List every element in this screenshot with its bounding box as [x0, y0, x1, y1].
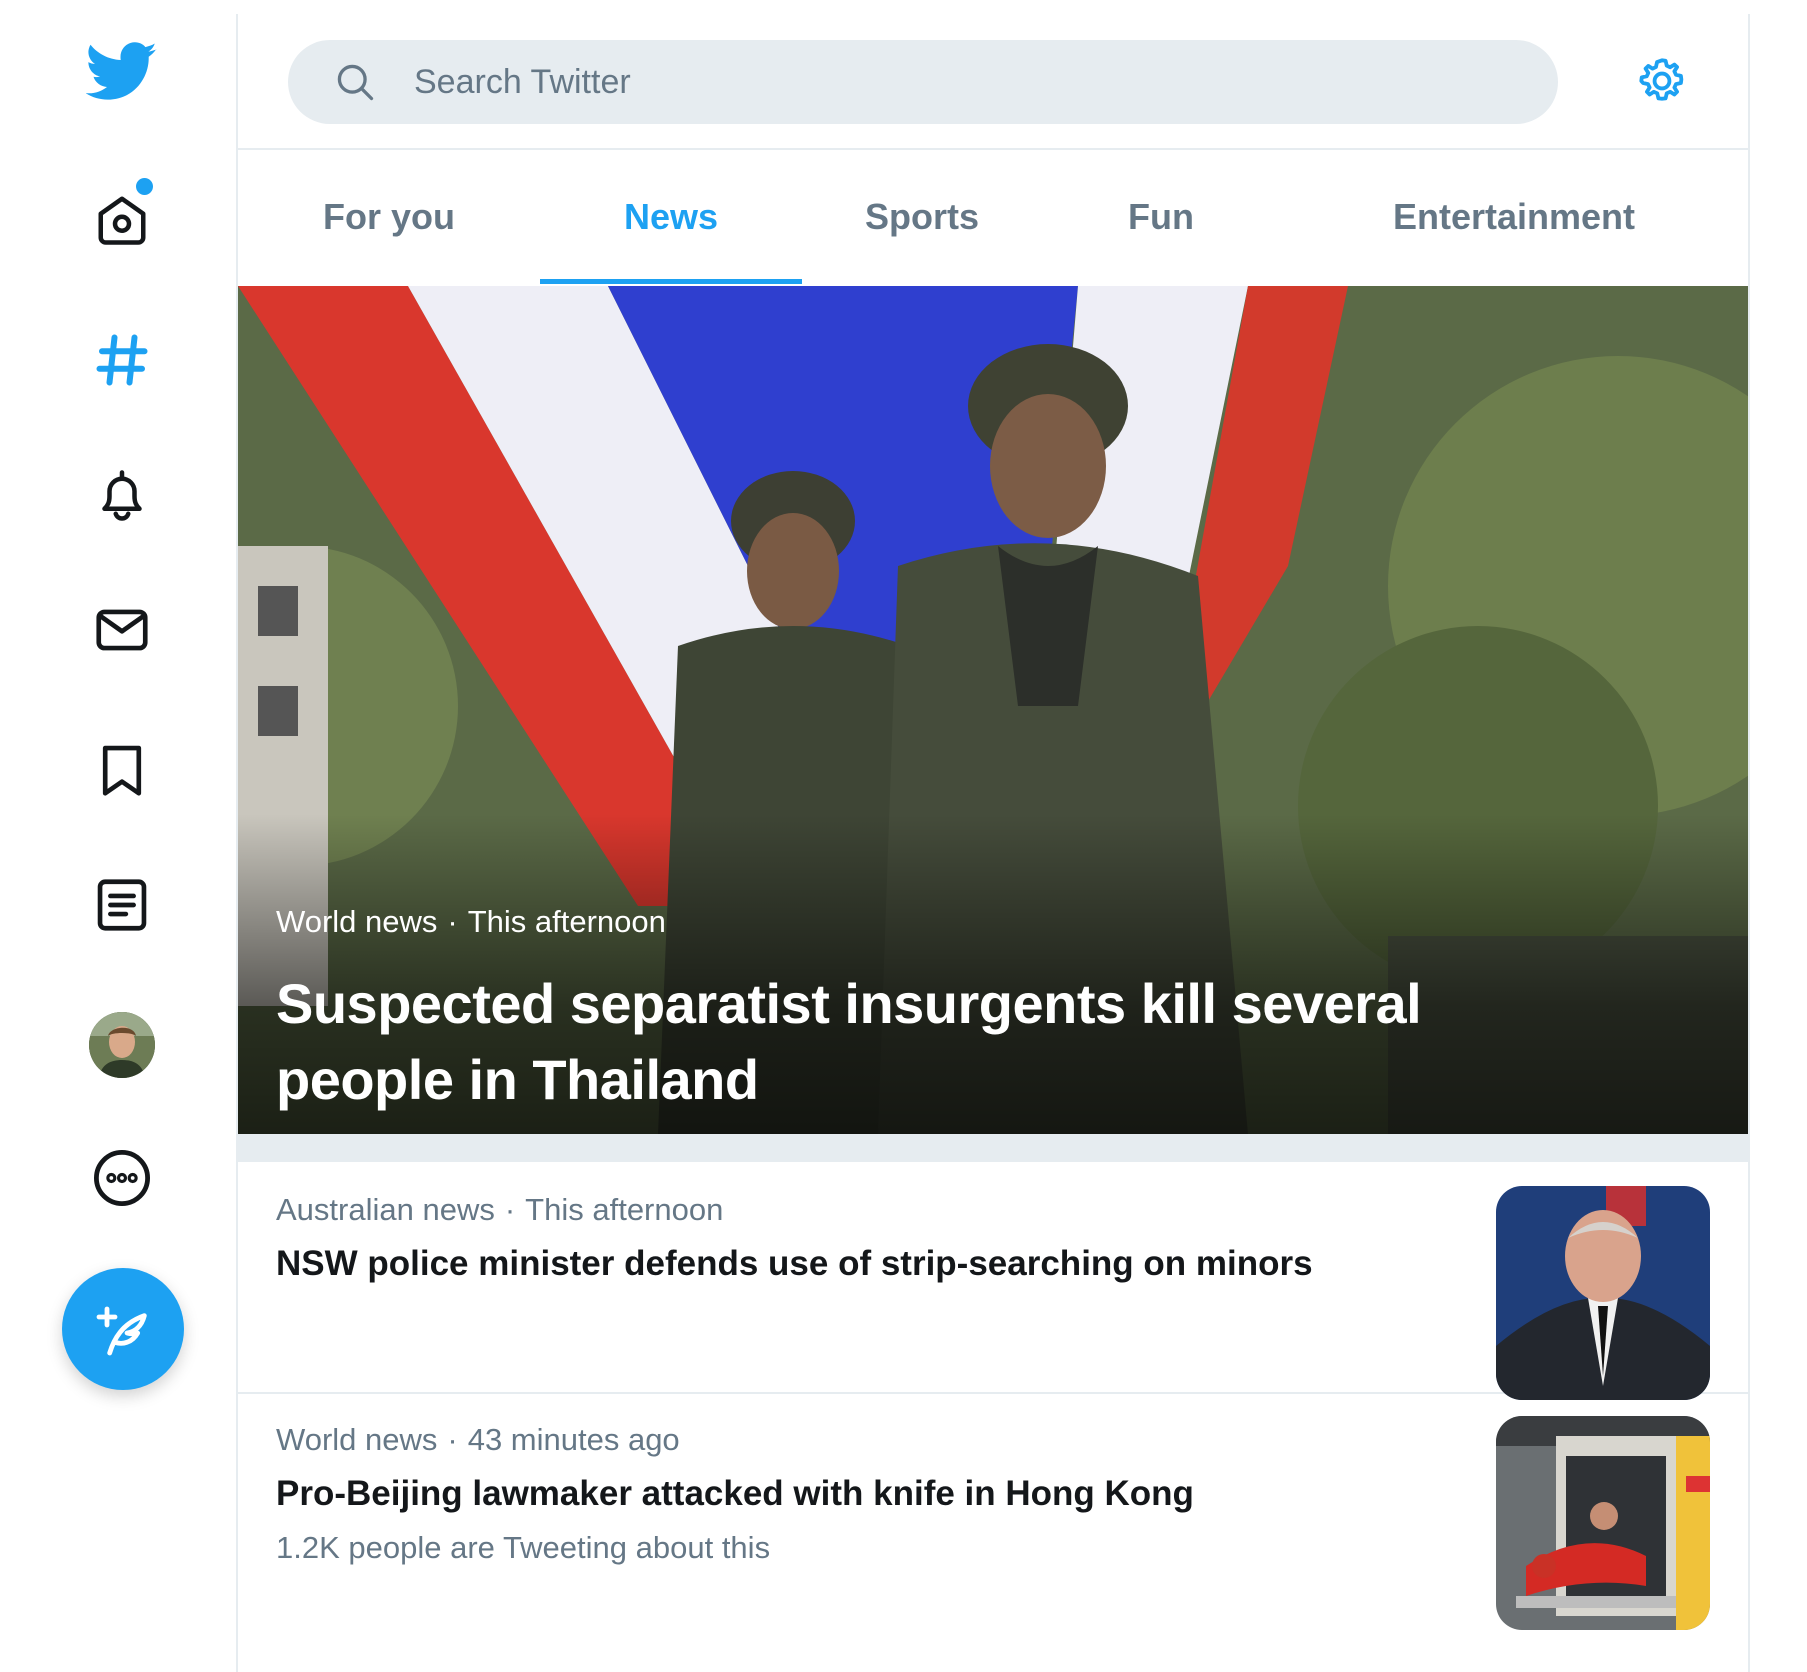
- story-item[interactable]: World news · 43 minutes ago Pro-Beijing la…: [238, 1394, 1748, 1672]
- tab-for-you[interactable]: For you: [238, 150, 540, 284]
- compose-tweet-button[interactable]: [62, 1268, 184, 1390]
- notification-dot: [136, 178, 153, 195]
- explore-tabs: For you News Sports Fun Entertainment: [238, 150, 1748, 284]
- story-headline: NSW police minister defends use of strip…: [276, 1244, 1313, 1283]
- search-icon: [337, 64, 374, 101]
- bell-icon: [102, 470, 142, 521]
- hero-time: This afternoon: [467, 904, 666, 939]
- search-bar[interactable]: [288, 40, 1558, 124]
- envelope-icon: [96, 609, 148, 651]
- explore-column: For you News Sports Fun Entertainment: [236, 14, 1750, 1672]
- tab-sports[interactable]: Sports: [802, 150, 1042, 284]
- explore-header: [238, 14, 1748, 150]
- story-thumbnail: [1496, 1186, 1710, 1400]
- hero-title: Suspected separatist insurgents kill sev…: [276, 972, 1422, 1111]
- search-input[interactable]: [412, 61, 1516, 103]
- meta-separator: ·: [447, 904, 458, 939]
- tab-entertainment[interactable]: Entertainment: [1320, 150, 1748, 284]
- story-item[interactable]: Australian news · This afternoon NSW polic…: [238, 1164, 1748, 1400]
- sidebar-item-profile[interactable]: [82, 1005, 162, 1085]
- story-meta: World news · 43 minutes ago: [276, 1422, 680, 1458]
- hero-meta: World news · This afternoon: [276, 904, 666, 940]
- hero-category: World news: [276, 904, 438, 939]
- hashtag-icon: [96, 334, 148, 386]
- sidebar-item-notifications[interactable]: [82, 455, 162, 535]
- settings-button[interactable]: [1633, 52, 1691, 110]
- sidebar-item-bookmarks[interactable]: [82, 730, 162, 810]
- sidebar-item-lists[interactable]: [82, 865, 162, 945]
- story-category: Australian news: [276, 1192, 495, 1227]
- tab-news[interactable]: News: [540, 150, 802, 284]
- more-icon: [93, 1149, 151, 1207]
- section-divider: [238, 1134, 1748, 1162]
- story-meta: Australian news · This afternoon: [276, 1192, 723, 1228]
- home-icon: [98, 196, 146, 245]
- sidebar-item-explore[interactable]: [82, 320, 162, 400]
- bookmark-icon: [102, 745, 142, 796]
- sidebar-item-more[interactable]: [82, 1138, 162, 1218]
- meta-separator: ·: [447, 1422, 458, 1457]
- sidebar: [0, 0, 236, 1672]
- hero-story[interactable]: World news · This afternoon Suspected sepa…: [238, 286, 1748, 1134]
- story-thumbnail: [1496, 1416, 1710, 1630]
- avatar: [89, 1012, 155, 1078]
- sidebar-item-messages[interactable]: [82, 590, 162, 670]
- meta-separator: ·: [504, 1192, 516, 1227]
- gear-icon: [1639, 58, 1684, 101]
- tab-fun[interactable]: Fun: [1042, 150, 1320, 284]
- story-category: World news: [276, 1422, 438, 1457]
- twitter-logo-icon[interactable]: [82, 32, 162, 112]
- story-headline: Pro-Beijing lawmaker attacked with knife…: [276, 1474, 1194, 1513]
- sidebar-item-home[interactable]: [82, 178, 162, 260]
- list-icon: [97, 879, 147, 931]
- story-tweet-count: 1.2K people are Tweeting about this: [276, 1530, 771, 1565]
- story-time: This afternoon: [525, 1192, 724, 1227]
- compose-quill-icon: [96, 1306, 147, 1356]
- story-time: 43 minutes ago: [467, 1422, 680, 1457]
